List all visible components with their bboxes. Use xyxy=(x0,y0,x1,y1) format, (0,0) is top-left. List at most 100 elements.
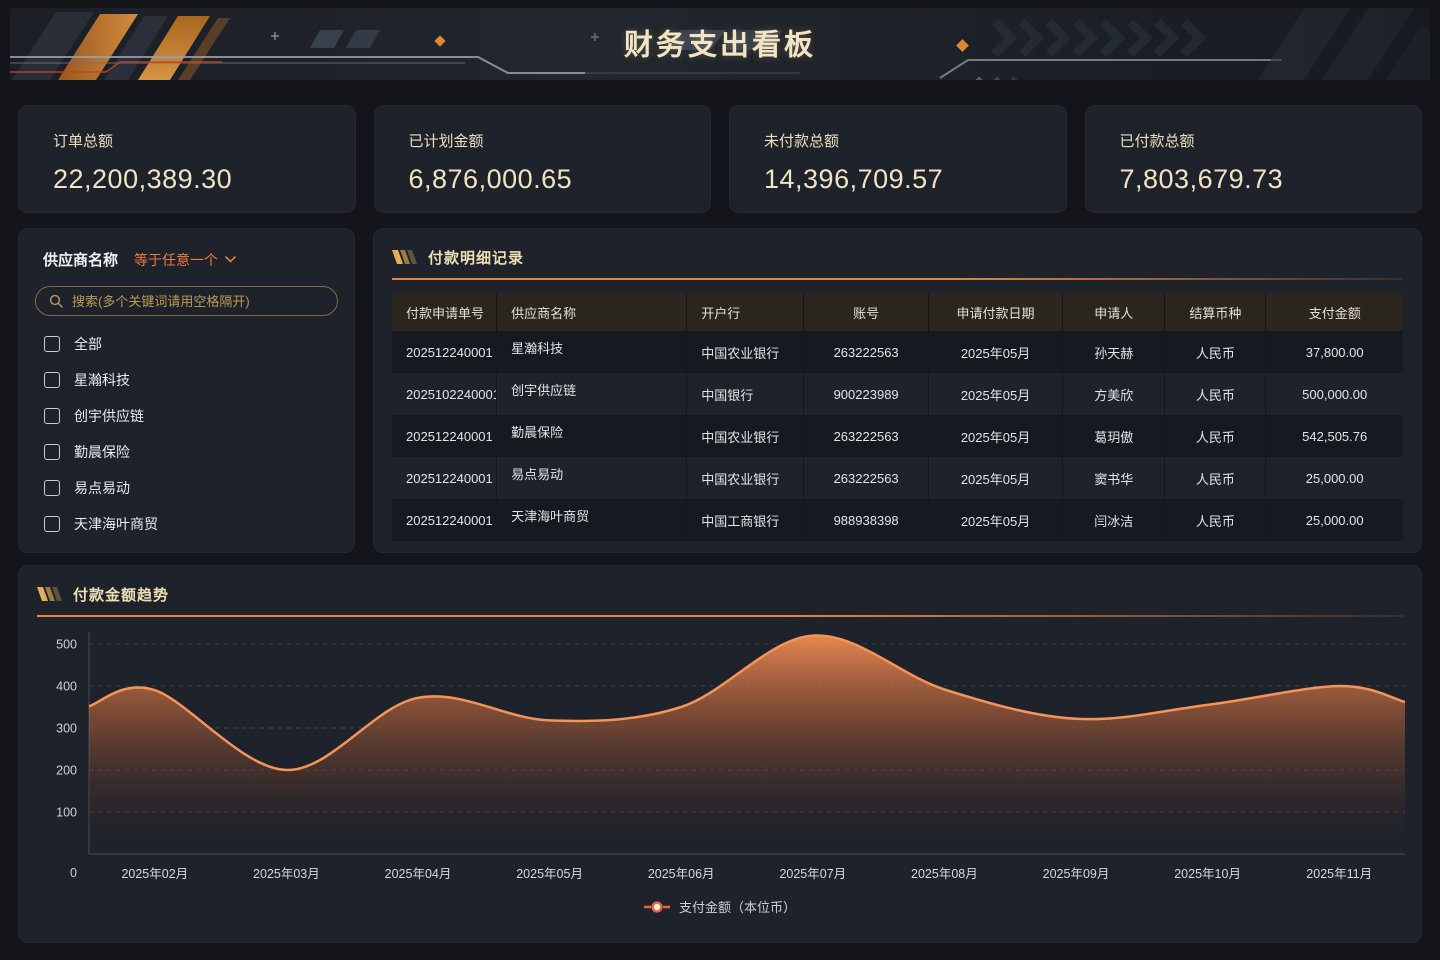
supplier-search-input[interactable] xyxy=(72,294,324,309)
x-tick-label: 2025年04月 xyxy=(385,867,452,881)
supplier-option-0[interactable]: 全部 xyxy=(35,326,338,362)
x-tick-label: 2025年05月 xyxy=(516,867,583,881)
checkbox[interactable] xyxy=(44,408,60,424)
table-cell: 葛玥傲 xyxy=(1062,415,1164,457)
table-cell: 2025102240001 xyxy=(392,373,496,415)
checkbox[interactable] xyxy=(44,372,60,388)
stat-label: 订单总额 xyxy=(53,130,321,151)
trend-chart: 10020030040050002025年02月2025年03月2025年04月… xyxy=(37,622,1403,893)
table-cell: 2025年05月 xyxy=(928,457,1062,499)
table-cell: 202512240001 xyxy=(392,415,496,457)
column-header: 付款申请单号 xyxy=(392,293,496,331)
table-row[interactable]: 202512240001星瀚科技中国农业银行2632225632025年05月孙… xyxy=(392,331,1403,373)
trend-chart-svg: 10020030040050002025年02月2025年03月2025年04月… xyxy=(37,622,1405,888)
column-header: 结算币种 xyxy=(1164,293,1265,331)
chart-legend[interactable]: 支付金额（本位币） xyxy=(37,897,1403,916)
filter-operator-dropdown[interactable]: 等于任意一个 xyxy=(134,250,236,270)
column-header: 供应商名称 xyxy=(496,293,686,331)
filter-operator-label: 等于任意一个 xyxy=(134,250,218,270)
table-cell: 2025年05月 xyxy=(928,373,1062,415)
table-cell: 勤晨保险 xyxy=(496,415,686,457)
supplier-filter-panel: 供应商名称 等于任意一个 全部星瀚科技创宇供应链勤晨保险易点易动天津海叶商贸 xyxy=(18,228,355,553)
table-cell: 易点易动 xyxy=(496,457,686,499)
table-row[interactable]: 2025102240001创宇供应链中国银行9002239892025年05月方… xyxy=(392,373,1403,415)
panel-stripes-icon xyxy=(37,587,63,601)
table-cell: 天津海叶商贸 xyxy=(496,499,686,541)
column-header: 申请人 xyxy=(1062,293,1164,331)
stat-label: 未付款总额 xyxy=(764,130,1032,151)
payment-trend-panel: 付款金额趋势 10020030040050002025年02月2025年03月2… xyxy=(18,565,1422,943)
table-cell: 孙天赫 xyxy=(1062,331,1164,373)
x-tick-label: 2025年10月 xyxy=(1174,867,1241,881)
table-cell: 25,000.00 xyxy=(1265,499,1402,541)
table-cell: 25,000.00 xyxy=(1265,457,1402,499)
checkbox-label: 创宇供应链 xyxy=(74,406,144,426)
table-cell: 2025年05月 xyxy=(928,331,1062,373)
supplier-option-4[interactable]: 易点易动 xyxy=(35,470,338,506)
table-header-row: 付款申请单号供应商名称开户行账号申请付款日期申请人结算币种支付金额 xyxy=(392,293,1403,331)
table-cell: 中国工商银行 xyxy=(686,499,803,541)
legend-line-icon xyxy=(644,901,670,913)
x-tick-label: 2025年11月 xyxy=(1306,867,1372,881)
supplier-search[interactable] xyxy=(35,286,338,316)
checkbox[interactable] xyxy=(44,336,60,352)
checkbox[interactable] xyxy=(44,516,60,532)
table-cell: 人民币 xyxy=(1164,373,1265,415)
table-cell: 中国农业银行 xyxy=(686,415,803,457)
table-row[interactable]: 202512240001勤晨保险中国农业银行2632225632025年05月葛… xyxy=(392,415,1403,457)
table-cell: 542,505.76 xyxy=(1265,415,1402,457)
table-cell: 星瀚科技 xyxy=(496,331,686,373)
stat-value: 14,396,709.57 xyxy=(764,164,1032,195)
stat-card-planned-amount: 已计划金额 6,876,000.65 xyxy=(374,105,712,213)
table-row[interactable]: 202512240001易点易动中国农业银行2632225632025年05月窦… xyxy=(392,457,1403,499)
y-tick-label: 200 xyxy=(56,764,77,778)
table-row[interactable]: 202512240001天津海叶商贸中国工商银行9889383982025年05… xyxy=(392,499,1403,541)
panel-title: 付款金额趋势 xyxy=(73,584,169,605)
filter-title: 供应商名称 xyxy=(43,249,118,270)
supplier-option-1[interactable]: 星瀚科技 xyxy=(35,362,338,398)
checkbox[interactable] xyxy=(44,480,60,496)
stat-value: 22,200,389.30 xyxy=(53,164,321,195)
x-tick-label: 2025年02月 xyxy=(121,867,188,881)
y-tick-label: 0 xyxy=(70,866,77,880)
supplier-option-5[interactable]: 天津海叶商贸 xyxy=(35,506,338,542)
table-cell: 202512240001 xyxy=(392,331,496,373)
supplier-option-list: 全部星瀚科技创宇供应链勤晨保险易点易动天津海叶商贸 xyxy=(35,326,338,542)
x-tick-label: 2025年03月 xyxy=(253,867,320,881)
panel-stripes-icon xyxy=(392,250,418,264)
table-cell: 263222563 xyxy=(803,415,927,457)
stat-cards-row: 订单总额 22,200,389.30 已计划金额 6,876,000.65 未付… xyxy=(18,105,1422,213)
y-tick-label: 400 xyxy=(56,680,77,694)
search-icon xyxy=(49,294,63,308)
x-tick-label: 2025年07月 xyxy=(779,867,846,881)
table-cell: 202512240001 xyxy=(392,457,496,499)
table-cell: 人民币 xyxy=(1164,331,1265,373)
payment-table: 付款申请单号供应商名称开户行账号申请付款日期申请人结算币种支付金额 202512… xyxy=(392,293,1403,541)
panel-underline xyxy=(37,615,1403,617)
table-cell: 中国银行 xyxy=(686,373,803,415)
supplier-option-3[interactable]: 勤晨保险 xyxy=(35,434,338,470)
table-cell: 37,800.00 xyxy=(1265,331,1402,373)
panel-title: 付款明细记录 xyxy=(428,247,524,268)
table-body: 202512240001星瀚科技中国农业银行2632225632025年05月孙… xyxy=(392,331,1403,541)
checkbox-label: 全部 xyxy=(74,334,102,354)
page-title: 财务支出看板 xyxy=(10,21,1430,63)
stat-card-paid-total: 已付款总额 7,803,679.73 xyxy=(1085,105,1423,213)
table-cell: 中国农业银行 xyxy=(686,457,803,499)
table-cell: 263222563 xyxy=(803,331,927,373)
table-cell: 方美欣 xyxy=(1062,373,1164,415)
column-header: 支付金额 xyxy=(1265,293,1402,331)
table-cell: 900223989 xyxy=(803,373,927,415)
table-cell: 人民币 xyxy=(1164,499,1265,541)
table-cell: 人民币 xyxy=(1164,415,1265,457)
x-tick-label: 2025年08月 xyxy=(911,867,978,881)
y-tick-label: 100 xyxy=(56,806,77,820)
checkbox[interactable] xyxy=(44,444,60,460)
table-cell: 202512240001 xyxy=(392,499,496,541)
table-cell: 闫冰洁 xyxy=(1062,499,1164,541)
panel-underline xyxy=(392,278,1403,280)
legend-label: 支付金额（本位币） xyxy=(679,897,796,916)
supplier-option-2[interactable]: 创宇供应链 xyxy=(35,398,338,434)
column-header: 开户行 xyxy=(686,293,803,331)
stat-card-unpaid-total: 未付款总额 14,396,709.57 xyxy=(729,105,1067,213)
